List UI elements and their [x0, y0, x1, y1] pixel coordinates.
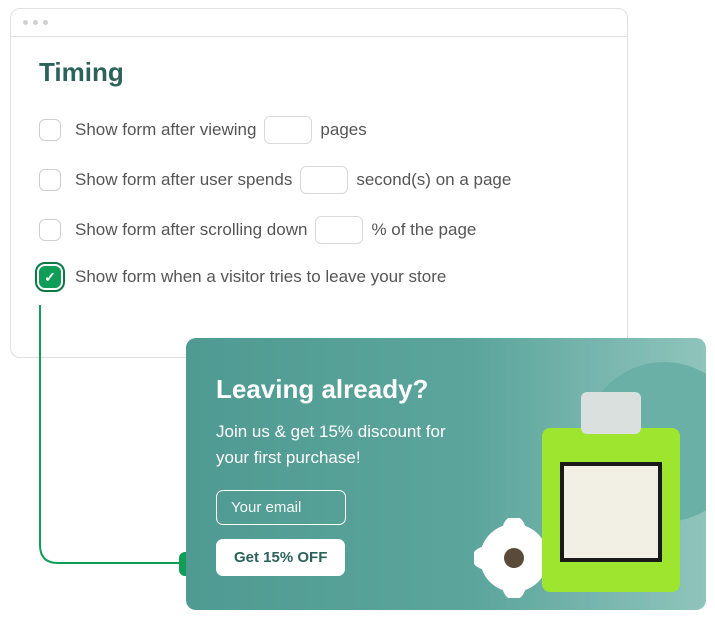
checkbox-seconds[interactable]	[39, 169, 61, 191]
option-row: Show form after scrolling down % of the …	[39, 216, 599, 244]
scroll-input[interactable]	[315, 216, 363, 244]
window-dot	[23, 20, 28, 25]
checkbox-scroll[interactable]	[39, 219, 61, 241]
option-pre: Show form after user spends	[75, 170, 292, 190]
option-row: Show form after user spends second(s) on…	[39, 166, 599, 194]
option-pre: Show form after viewing	[75, 120, 256, 140]
email-field[interactable]	[216, 490, 346, 525]
panel-heading: Timing	[39, 57, 599, 88]
option-post: second(s) on a page	[356, 170, 511, 190]
popup-subtitle: Join us & get 15% discount for your firs…	[216, 419, 476, 470]
option-text: Show form after user spends second(s) on…	[75, 166, 511, 194]
cta-button[interactable]: Get 15% OFF	[216, 539, 345, 576]
checkbox-pages[interactable]	[39, 119, 61, 141]
option-text: Show form after scrolling down % of the …	[75, 216, 476, 244]
check-icon: ✓	[44, 269, 56, 286]
timing-panel: Timing Show form after viewing pages Sho…	[10, 8, 628, 358]
option-row: ✓ Show form when a visitor tries to leav…	[39, 266, 599, 288]
option-text: Show form when a visitor tries to leave …	[75, 267, 446, 287]
window-titlebar	[11, 9, 627, 37]
perfume-bottle-image	[542, 392, 680, 592]
option-post: % of the page	[371, 220, 476, 240]
checkbox-exit-intent[interactable]: ✓	[39, 266, 61, 288]
seconds-input[interactable]	[300, 166, 348, 194]
option-row: Show form after viewing pages	[39, 116, 599, 144]
option-full: Show form when a visitor tries to leave …	[75, 267, 446, 287]
exit-intent-popup: Leaving already? Join us & get 15% disco…	[186, 338, 706, 610]
window-dot	[43, 20, 48, 25]
window-dot	[33, 20, 38, 25]
option-pre: Show form after scrolling down	[75, 220, 307, 240]
option-post: pages	[320, 120, 366, 140]
pages-input[interactable]	[264, 116, 312, 144]
option-text: Show form after viewing pages	[75, 116, 367, 144]
